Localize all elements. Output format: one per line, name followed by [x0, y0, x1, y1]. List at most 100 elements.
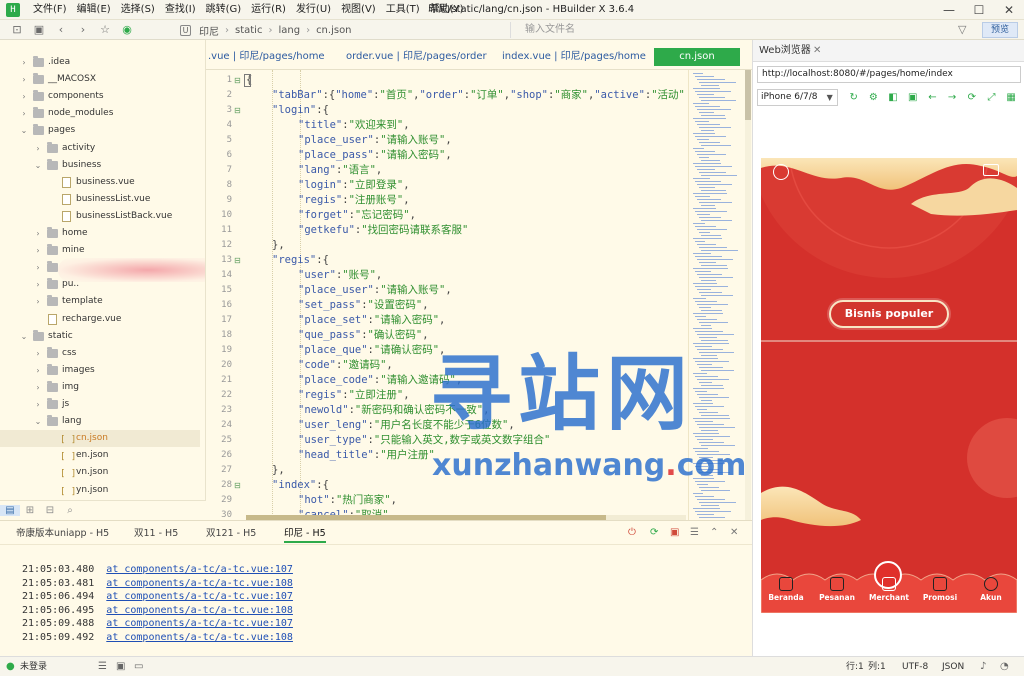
- filter-icon[interactable]: ▽: [958, 20, 966, 40]
- tree-item[interactable]: [ ] vn.json: [0, 464, 200, 481]
- restart-icon[interactable]: ⟳: [650, 526, 658, 540]
- image-icon[interactable]: ▣: [116, 657, 125, 676]
- menu-item[interactable]: 选择(S): [116, 0, 160, 20]
- code-line[interactable]: },: [272, 463, 285, 478]
- notes-icon[interactable]: ☰: [98, 657, 107, 676]
- code-line[interactable]: "tabBar":{"home":"首页","order":"订单","shop…: [272, 88, 686, 103]
- tab-index-vue[interactable]: index.vue | 印尼/pages/home: [502, 48, 646, 66]
- tab-order-vue[interactable]: order.vue | 印尼/pages/order: [346, 48, 487, 66]
- chevron-right-icon[interactable]: ›: [20, 71, 28, 88]
- code-line[interactable]: "place_user":"请输入账号",: [298, 283, 452, 298]
- stop-icon[interactable]: ⏻: [628, 526, 636, 540]
- chevron-right-icon[interactable]: ›: [34, 396, 42, 413]
- menu-item[interactable]: 视图(V): [336, 0, 381, 20]
- log-source-link[interactable]: at components/a-tc/a-tc.vue:107: [106, 591, 293, 602]
- tree-item[interactable]: › activity: [0, 140, 200, 157]
- rotate-icon[interactable]: ↻: [844, 92, 864, 103]
- refresh-icon[interactable]: ⟳: [962, 92, 982, 103]
- cursor-column[interactable]: 列:1: [868, 657, 886, 676]
- clear-icon[interactable]: ▣: [670, 526, 679, 540]
- close-window-icon[interactable]: ✕: [994, 0, 1024, 20]
- tree-item[interactable]: › components: [0, 88, 200, 105]
- chevron-right-icon[interactable]: ›: [34, 293, 42, 310]
- tree-item[interactable]: business.vue: [0, 174, 200, 191]
- nav-pesanan[interactable]: Pesanan: [812, 577, 862, 602]
- chevron-down-icon[interactable]: ⌄: [34, 413, 42, 430]
- tree-item[interactable]: › home: [0, 225, 200, 242]
- tree-item[interactable]: businessListBack.vue: [0, 208, 200, 225]
- menu-item[interactable]: 跳转(G): [201, 0, 247, 20]
- minimize-icon[interactable]: —: [934, 0, 964, 20]
- code-line[interactable]: "forget":"忘记密码",: [298, 208, 416, 223]
- plugin-icon[interactable]: ⊞: [20, 505, 40, 516]
- log-source-link[interactable]: at components/a-tc/a-tc.vue:107: [106, 564, 293, 575]
- console-tab[interactable]: 双11 - H5: [134, 525, 178, 543]
- chevron-down-icon[interactable]: ⌄: [20, 122, 28, 139]
- menu-item[interactable]: 发行(U): [291, 0, 336, 20]
- nav-promosi[interactable]: Promosi: [915, 577, 965, 602]
- chevron-right-icon[interactable]: ›: [34, 379, 42, 396]
- chevron-right-icon[interactable]: ›: [34, 276, 42, 293]
- new-file-icon[interactable]: ⊡: [6, 20, 28, 40]
- tree-item[interactable]: › template: [0, 293, 200, 310]
- bell-icon[interactable]: ◔: [1000, 657, 1009, 676]
- save-icon[interactable]: ▣: [28, 20, 50, 40]
- console-tab-active[interactable]: 印尼 - H5: [284, 525, 326, 543]
- project-manager-icon[interactable]: ▤: [0, 505, 20, 516]
- nav-akun[interactable]: Akun: [966, 577, 1016, 602]
- qrcode-icon[interactable]: ▦: [1001, 92, 1021, 103]
- breadcrumb-item[interactable]: static: [235, 25, 262, 36]
- tree-item[interactable]: › mine: [0, 242, 200, 259]
- chevron-down-icon[interactable]: ⌄: [34, 157, 42, 174]
- file-search-input[interactable]: 输入文件名: [510, 22, 950, 38]
- code-line[interactable]: "place_user":"请输入账号",: [298, 133, 452, 148]
- tree-item[interactable]: [ ] en.json: [0, 447, 200, 464]
- tree-item[interactable]: › img: [0, 379, 200, 396]
- menu-item[interactable]: 查找(I): [160, 0, 201, 20]
- devtools-icon[interactable]: ◧: [883, 92, 903, 103]
- code-line[interactable]: "place_que":"请确认密码",: [298, 343, 445, 358]
- device-select[interactable]: iPhone 6/7/8 ▼: [757, 88, 838, 106]
- tree-item[interactable]: recharge.vue: [0, 311, 200, 328]
- log-source-link[interactable]: at components/a-tc/a-tc.vue:108: [106, 605, 293, 616]
- maximize-icon[interactable]: ☐: [964, 0, 994, 20]
- log-source-link[interactable]: at components/a-tc/a-tc.vue:108: [106, 578, 293, 589]
- code-line[interactable]: "place_pass":"请输入密码",: [298, 148, 452, 163]
- collapse-icon[interactable]: ⌃: [710, 526, 718, 540]
- settings-icon[interactable]: ⚙: [863, 92, 883, 103]
- chevron-right-icon[interactable]: ›: [34, 225, 42, 242]
- tree-item[interactable]: › js: [0, 396, 200, 413]
- nav-beranda[interactable]: Beranda: [761, 577, 811, 602]
- screenshot-icon[interactable]: ▣: [903, 92, 923, 103]
- web-browser-tab[interactable]: Web浏览器: [759, 44, 811, 58]
- user-icon[interactable]: [773, 164, 789, 180]
- chevron-right-icon[interactable]: ›: [34, 242, 42, 259]
- chevron-right-icon[interactable]: ›: [20, 105, 28, 122]
- terminal-icon[interactable]: ▭: [134, 657, 143, 676]
- tree-item[interactable]: › .idea: [0, 54, 200, 71]
- breadcrumb-item[interactable]: cn.json: [316, 25, 351, 36]
- code-line[interactable]: "regis":{: [272, 253, 329, 268]
- notification-icon[interactable]: ♪: [980, 657, 986, 676]
- external-link-icon[interactable]: ⤢: [982, 92, 1002, 103]
- code-line[interactable]: "head_title":"用户注册": [298, 448, 435, 463]
- language-label[interactable]: JSON: [942, 657, 964, 676]
- code-line[interactable]: "hot":"热门商家",: [298, 493, 397, 508]
- console-tab[interactable]: 双121 - H5: [206, 525, 256, 543]
- menu-item[interactable]: 文件(F): [28, 0, 72, 20]
- scroll-thumb[interactable]: [745, 70, 751, 120]
- code-line[interactable]: "login":"立即登录",: [298, 178, 410, 193]
- breadcrumb-item[interactable]: 印尼: [199, 23, 219, 38]
- maximize-panel-icon[interactable]: ✕: [730, 526, 738, 540]
- code-line[interactable]: "code":"邀请码",: [298, 358, 393, 373]
- tab-cn-json[interactable]: cn.json: [654, 48, 740, 66]
- tree-item[interactable]: [ ] cn.json: [0, 430, 200, 448]
- tree-item[interactable]: businessList.vue: [0, 191, 200, 208]
- tree-item[interactable]: ⌄ lang: [0, 413, 200, 430]
- code-line[interactable]: "set_pass":"设置密码",: [298, 298, 429, 313]
- nav-merchant[interactable]: Merchant: [864, 577, 914, 602]
- breadcrumb-item[interactable]: lang: [278, 25, 300, 36]
- search-panel-icon[interactable]: ⌕: [60, 505, 80, 516]
- tree-item[interactable]: ⌄ pages: [0, 122, 200, 139]
- chevron-right-icon[interactable]: ›: [34, 345, 42, 362]
